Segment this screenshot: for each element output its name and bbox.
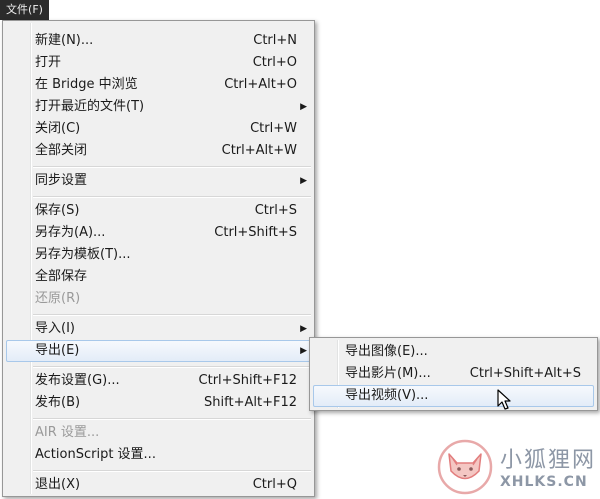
file-menu: 新建(N)... Ctrl+N 打开 Ctrl+O 在 Bridge 中浏览 C… xyxy=(2,20,315,497)
menu-item-label: 导入(I) xyxy=(35,321,75,336)
menu-item-label: 还原(R) xyxy=(35,291,81,306)
menu-item-shortcut: Ctrl+O xyxy=(252,55,297,70)
menu-item-publish-settings[interactable]: 发布设置(G)... Ctrl+Shift+F12 xyxy=(6,370,311,392)
menu-item-label: 保存(S) xyxy=(35,203,80,218)
menu-item-save[interactable]: 保存(S) Ctrl+S xyxy=(6,200,311,222)
menu-item-label: 全部保存 xyxy=(35,269,88,284)
menu-item-label: 在 Bridge 中浏览 xyxy=(35,77,138,92)
menu-item-label: AIR 设置... xyxy=(35,425,100,440)
menu-item-shortcut: Ctrl+N xyxy=(253,33,297,48)
menu-item-label: 导出视频(V)... xyxy=(345,388,429,403)
menu-item-save-as-template[interactable]: 另存为模板(T)... xyxy=(6,244,311,266)
menu-item-label: 导出影片(M)... xyxy=(345,366,431,381)
menu-item-import[interactable]: 导入(I) ▶ xyxy=(6,318,311,340)
menu-item-label: 另存为(A)... xyxy=(35,225,106,240)
menu-separator xyxy=(33,418,311,420)
menu-item-actionscript-settings[interactable]: ActionScript 设置... xyxy=(6,444,311,466)
menu-item-sync-settings[interactable]: 同步设置 ▶ xyxy=(6,170,311,192)
menu-item-exit[interactable]: 退出(X) Ctrl+Q xyxy=(6,474,311,496)
submenu-item-export-image[interactable]: 导出图像(E)... xyxy=(313,341,594,363)
menu-item-label: 发布设置(G)... xyxy=(35,373,120,388)
file-menu-button[interactable]: 文件(F) xyxy=(0,0,49,20)
submenu-item-export-movie[interactable]: 导出影片(M)... Ctrl+Shift+Alt+S xyxy=(313,363,594,385)
menu-separator xyxy=(33,314,311,316)
menu-item-label: 导出(E) xyxy=(35,343,80,358)
menu-item-label: 导出图像(E)... xyxy=(345,344,428,359)
submenu-arrow-icon: ▶ xyxy=(300,176,307,186)
menu-item-revert: 还原(R) xyxy=(6,288,311,310)
menu-item-shortcut: Ctrl+Shift+S xyxy=(214,225,297,240)
menu-item-label: 退出(X) xyxy=(35,477,81,492)
menu-item-air-settings: AIR 设置... xyxy=(6,422,311,444)
menu-item-label: 打开 xyxy=(35,55,62,70)
menu-item-close[interactable]: 关闭(C) Ctrl+W xyxy=(6,118,311,140)
submenu-arrow-icon: ▶ xyxy=(300,324,307,334)
menu-item-label: 同步设置 xyxy=(35,173,88,188)
menu-item-shortcut: Ctrl+S xyxy=(254,203,297,218)
menu-item-save-as[interactable]: 另存为(A)... Ctrl+Shift+S xyxy=(6,222,311,244)
menu-item-label: 打开最近的文件(T) xyxy=(35,99,145,114)
submenu-arrow-icon: ▶ xyxy=(300,102,307,112)
menu-item-new[interactable]: 新建(N)... Ctrl+N xyxy=(6,30,311,52)
menu-separator xyxy=(33,470,311,472)
menu-item-publish[interactable]: 发布(B) Shift+Alt+F12 xyxy=(6,392,311,414)
menu-separator xyxy=(33,166,311,168)
menu-item-shortcut: Ctrl+Shift+Alt+S xyxy=(469,366,581,381)
menu-item-shortcut: Shift+Alt+F12 xyxy=(204,395,297,410)
menu-item-label: 另存为模板(T)... xyxy=(35,247,131,262)
menu-item-shortcut: Ctrl+Alt+O xyxy=(224,77,297,92)
submenu-item-export-video[interactable]: 导出视频(V)... xyxy=(313,385,594,407)
watermark: 小狐狸网 XHLKS.CN xyxy=(436,438,600,496)
watermark-domain: XHLKS.CN xyxy=(500,474,588,490)
menu-item-export[interactable]: 导出(E) ▶ xyxy=(6,340,311,362)
menu-item-open[interactable]: 打开 Ctrl+O xyxy=(6,52,311,74)
mouse-cursor-icon xyxy=(497,389,511,410)
menu-item-label: 新建(N)... xyxy=(35,33,94,48)
menu-item-open-recent[interactable]: 打开最近的文件(T) ▶ xyxy=(6,96,311,118)
menu-item-shortcut: Ctrl+W xyxy=(250,121,297,136)
menu-item-close-all[interactable]: 全部关闭 Ctrl+Alt+W xyxy=(6,140,311,162)
menu-item-shortcut: Ctrl+Q xyxy=(252,477,297,492)
export-submenu: 导出图像(E)... 导出影片(M)... Ctrl+Shift+Alt+S 导… xyxy=(309,337,598,411)
menu-item-shortcut: Ctrl+Alt+W xyxy=(221,143,297,158)
menu-item-save-all[interactable]: 全部保存 xyxy=(6,266,311,288)
menu-item-label: 发布(B) xyxy=(35,395,81,410)
watermark-title: 小狐狸网 xyxy=(500,448,597,473)
menu-separator xyxy=(33,366,311,368)
fox-logo-icon xyxy=(437,439,493,495)
menu-item-browse-in-bridge[interactable]: 在 Bridge 中浏览 Ctrl+Alt+O xyxy=(6,74,311,96)
menu-item-label: ActionScript 设置... xyxy=(35,447,156,462)
menu-item-label: 关闭(C) xyxy=(35,121,81,136)
submenu-arrow-icon: ▶ xyxy=(300,346,307,356)
menu-separator xyxy=(33,196,311,198)
menu-item-label: 全部关闭 xyxy=(35,143,88,158)
menu-item-shortcut: Ctrl+Shift+F12 xyxy=(198,373,297,388)
